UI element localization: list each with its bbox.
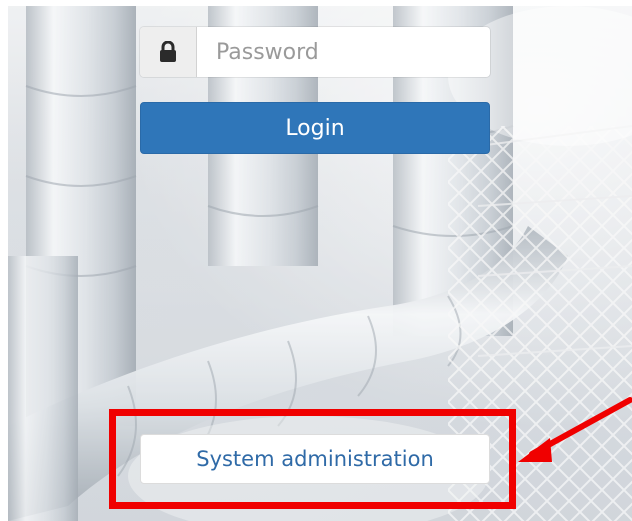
password-input[interactable]: [197, 27, 490, 77]
password-addon: [140, 27, 197, 77]
lock-icon: [160, 41, 176, 62]
login-button[interactable]: Login: [140, 102, 490, 154]
login-screen: Login System administration: [0, 0, 632, 521]
system-administration-button[interactable]: System administration: [140, 434, 490, 484]
password-field-group[interactable]: [140, 27, 490, 77]
